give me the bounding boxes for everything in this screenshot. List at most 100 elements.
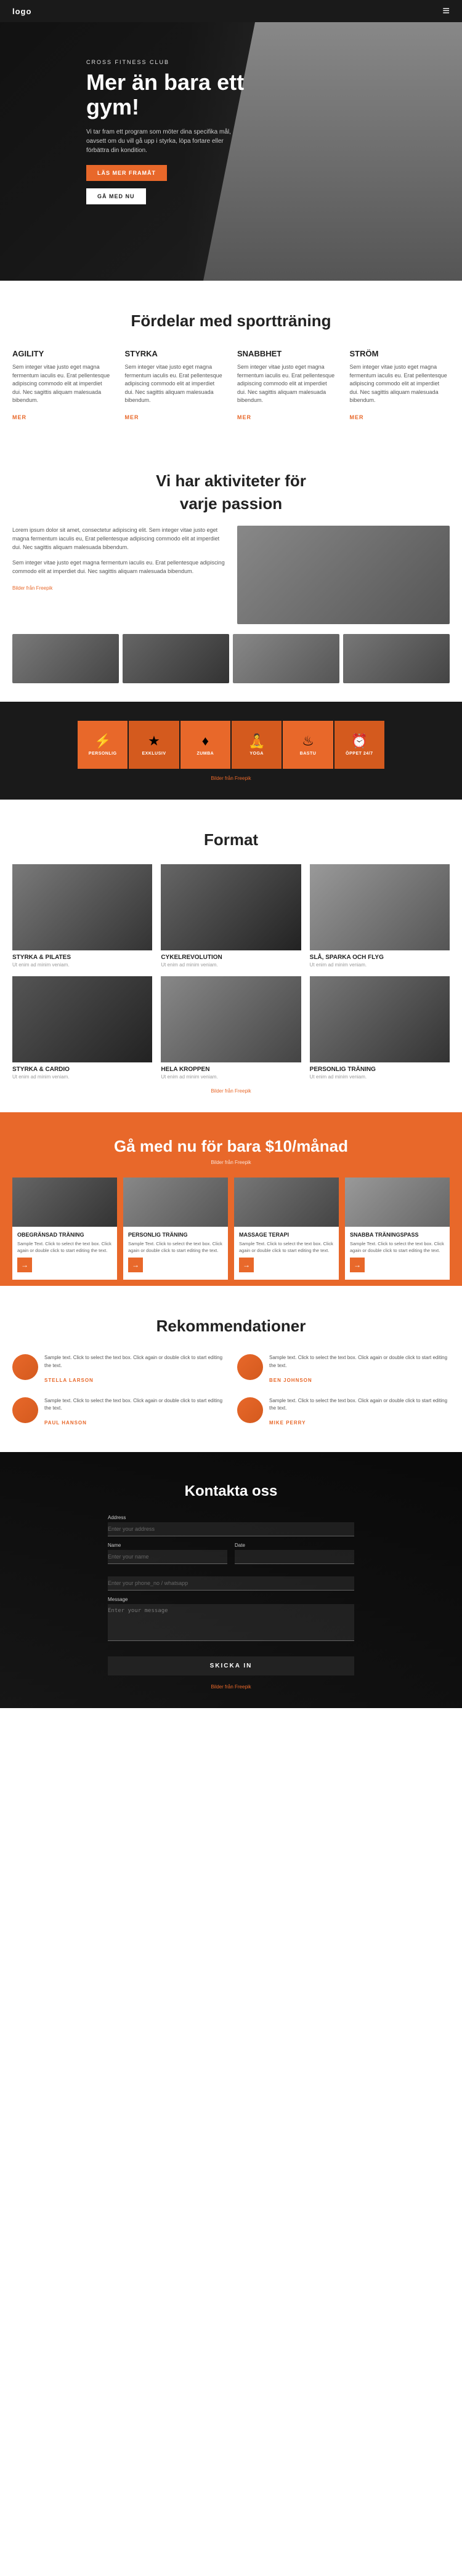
format-card-sub-4: Ut enim ad minim veniam. (12, 1074, 152, 1080)
join-cards: Obegränsad träning Sample Text. Click to… (12, 1178, 450, 1280)
format-credit[interactable]: Bilder från Freepik (12, 1088, 450, 1094)
contact-name-input[interactable] (108, 1550, 227, 1564)
activities-photo-credit[interactable]: Bilder från Freepik (12, 585, 52, 591)
benefits-heading: Fördelar med sportträning (12, 311, 450, 331)
join-card-2: Personlig träning Sample Text. Click to … (123, 1178, 228, 1280)
contact-name-date-row: Name Date (108, 1543, 354, 1570)
testimonial-text-block-3: Sample text. Click to select the text bo… (44, 1397, 225, 1428)
testimonial-avatar-3 (12, 1397, 38, 1423)
contact-address-input[interactable] (108, 1522, 354, 1536)
testimonial-text-3: Sample text. Click to select the text bo… (44, 1397, 225, 1413)
hero-content: Cross Fitness Club Mer än bara ett gym! … (86, 59, 259, 204)
contact-phone-input[interactable] (108, 1576, 354, 1591)
benefits-section: Fördelar med sportträning Agility Sem in… (0, 281, 462, 441)
join-card-arrow-4[interactable]: → (350, 1258, 365, 1272)
activities-text: Lorem ipsum dolor sit amet, consectetur … (12, 526, 225, 624)
join-card-image-4 (345, 1178, 450, 1227)
hero-read-more-button[interactable]: Läs Mer Framåt (86, 165, 167, 181)
format-card-sub-6: Ut enim ad minim veniam. (310, 1074, 450, 1080)
format-card-title-4: Styrka & Cardio (12, 1066, 152, 1073)
testimonials-section: Rekommendationer Sample text. Click to s… (0, 1286, 462, 1452)
activities-thumbnails (12, 634, 450, 683)
benefit-strom-text: Sem integer vitae justo eget magna ferme… (350, 363, 450, 405)
activities-subheading: varje passion (12, 494, 450, 513)
avatar-inner-2 (237, 1354, 263, 1380)
benefit-agility-text: Sem integer vitae justo eget magna ferme… (12, 363, 113, 405)
format-heading: Format (12, 830, 450, 849)
hamburger-icon[interactable]: ≡ (442, 4, 450, 18)
benefit-snabbhet: Snabbhet Sem integer vitae justo eget ma… (237, 349, 338, 422)
benefit-styrka-title: Styrka (125, 349, 225, 358)
benefit-snabbhet-text: Sem integer vitae justo eget magna ferme… (237, 363, 338, 405)
format-image-1 (12, 864, 152, 950)
join-card-3: Massage terapi Sample Text. Click to sel… (234, 1178, 339, 1280)
hero-join-button[interactable]: GÅ MED NU (86, 188, 146, 204)
icon-zumba[interactable]: ♦ ZUMBA (180, 720, 231, 769)
contact-inner: Kontakta oss Address Name Date Message S… (108, 1483, 354, 1690)
benefit-agility-title: Agility (12, 349, 113, 358)
icon-section-credit[interactable]: Bilder från Freepik (12, 776, 450, 781)
personlig-label: PERSONLIG (89, 752, 117, 756)
join-card-arrow-1[interactable]: → (17, 1258, 32, 1272)
join-card-image-3 (234, 1178, 339, 1227)
contact-message-group: Message (108, 1597, 354, 1644)
join-card-text-2: Sample Text. Click to select the text bo… (123, 1240, 228, 1254)
testimonial-avatar-1 (12, 1354, 38, 1380)
format-card-4: Styrka & Cardio Ut enim ad minim veniam. (12, 976, 152, 1080)
contact-date-input[interactable] (235, 1550, 354, 1564)
icon-oppet[interactable]: ⏰ ÖPPET 24/7 (334, 720, 385, 769)
benefit-agility-more[interactable]: MER (12, 414, 26, 420)
format-image-5 (161, 976, 301, 1062)
icon-personlig[interactable]: ⚡ PERSONLIG (77, 720, 128, 769)
testimonials-heading: Rekommendationer (12, 1317, 450, 1336)
benefit-styrka-more[interactable]: MER (125, 414, 139, 420)
testimonial-text-block-2: Sample text. Click to select the text bo… (269, 1354, 450, 1385)
join-credit[interactable]: Bilder från Freepik (12, 1160, 450, 1165)
testimonial-name-2: BEN JOHNSON (269, 1378, 312, 1383)
icon-yoga[interactable]: 🧘 YOGA (231, 720, 282, 769)
testimonial-text-4: Sample text. Click to select the text bo… (269, 1397, 450, 1413)
icon-bastu[interactable]: ♨ BASTU (282, 720, 333, 769)
contact-address-group: Address (108, 1515, 354, 1536)
join-card-image-1 (12, 1178, 117, 1227)
join-card-arrow-3[interactable]: → (239, 1258, 254, 1272)
navbar: logo ≡ (0, 0, 462, 22)
avatar-inner-3 (12, 1397, 38, 1423)
format-card-sub-5: Ut enim ad minim veniam. (161, 1074, 301, 1080)
format-card-5: Hela kroppen Ut enim ad minim veniam. (161, 976, 301, 1080)
benefit-snabbhet-more[interactable]: MER (237, 414, 251, 420)
join-section: Gå med nu för bara $10/månad Bilder från… (0, 1112, 462, 1286)
join-card-1: Obegränsad träning Sample Text. Click to… (12, 1178, 117, 1280)
contact-heading: Kontakta oss (108, 1483, 354, 1500)
format-card-title-1: Styrka & Pilates (12, 954, 152, 961)
join-card-title-3: Massage terapi (234, 1232, 339, 1238)
join-card-title-2: Personlig träning (123, 1232, 228, 1238)
contact-date-group: Date (235, 1543, 354, 1564)
format-card-sub-2: Ut enim ad minim veniam. (161, 962, 301, 968)
contact-submit-button[interactable]: SKICKA IN (108, 1656, 354, 1675)
testimonials-grid: Sample text. Click to select the text bo… (12, 1354, 450, 1427)
contact-message-label: Message (108, 1597, 354, 1602)
exklusiv-icon: ★ (148, 733, 160, 749)
activity-thumb-2 (123, 634, 229, 683)
benefit-strom-more[interactable]: MER (350, 414, 364, 420)
contact-credit[interactable]: Bilder från Freepik (108, 1684, 354, 1690)
oppet-icon: ⏰ (351, 733, 368, 749)
contact-phone-group (108, 1576, 354, 1591)
join-card-arrow-2[interactable]: → (128, 1258, 143, 1272)
join-card-text-1: Sample Text. Click to select the text bo… (12, 1240, 117, 1254)
join-card-text-3: Sample Text. Click to select the text bo… (234, 1240, 339, 1254)
testimonial-avatar-2 (237, 1354, 263, 1380)
hero-club-name: Cross Fitness Club (86, 59, 259, 65)
activity-thumb-4 (343, 634, 450, 683)
format-card-6: Personlig träning Ut enim ad minim venia… (310, 976, 450, 1080)
testimonial-1: Sample text. Click to select the text bo… (12, 1354, 225, 1385)
activities-main-image (237, 526, 450, 624)
zumba-label: ZUMBA (197, 752, 214, 756)
testimonial-text-block-4: Sample text. Click to select the text bo… (269, 1397, 450, 1428)
contact-message-input[interactable] (108, 1604, 354, 1641)
bastu-icon: ♨ (302, 733, 314, 749)
format-card-3: Slå, sparka och flyg Ut enim ad minim ve… (310, 864, 450, 968)
benefit-strom: Ström Sem integer vitae justo eget magna… (350, 349, 450, 422)
icon-exklusiv[interactable]: ★ EXKLUSIV (128, 720, 179, 769)
